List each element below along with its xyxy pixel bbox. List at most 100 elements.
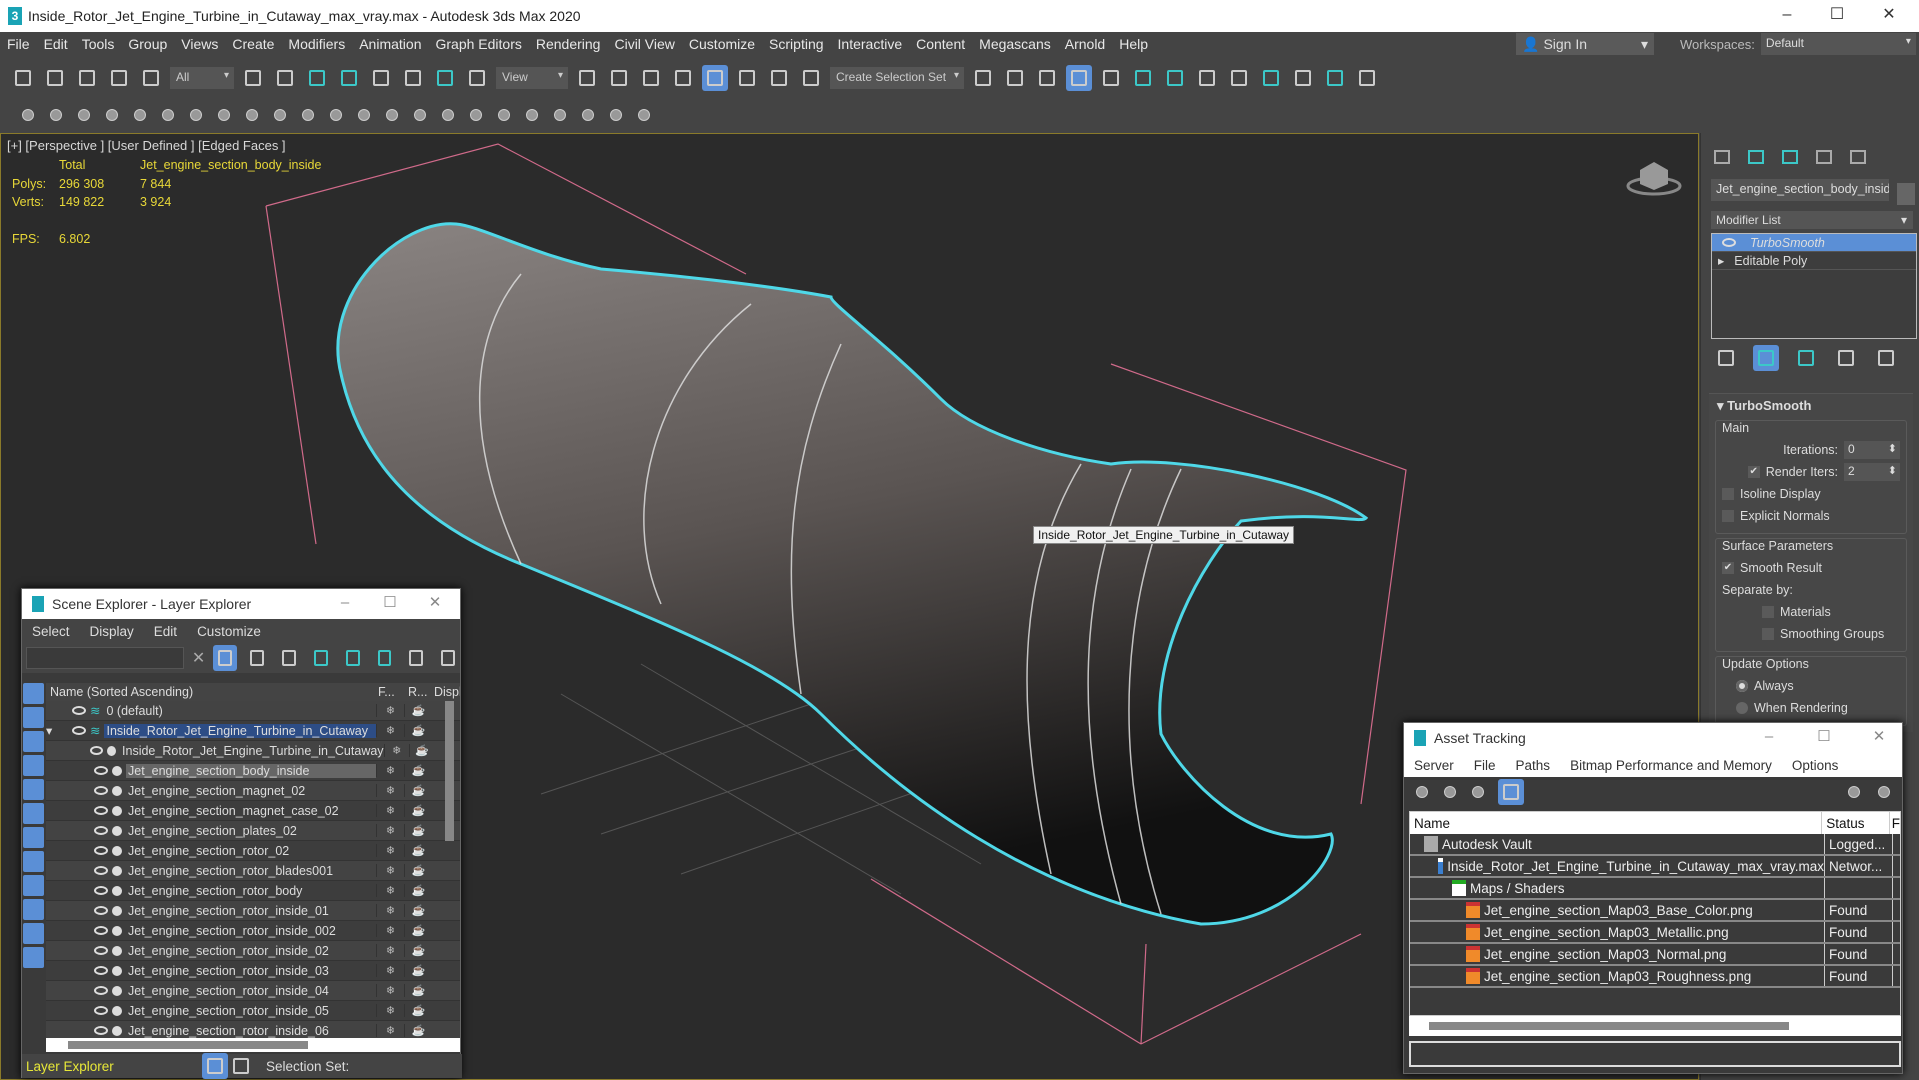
place-icon[interactable] bbox=[464, 65, 490, 91]
configure-modifier-sets-icon[interactable] bbox=[1873, 345, 1899, 371]
object-name-field[interactable]: Jet_engine_section_body_inside bbox=[1711, 179, 1889, 201]
render-teapot-icon[interactable]: ☕ bbox=[404, 904, 432, 917]
modifier-list-dropdown[interactable]: Modifier List bbox=[1711, 211, 1913, 229]
minimize-button[interactable]: – bbox=[322, 589, 368, 619]
selection-set-dropdown[interactable]: Create Selection Set bbox=[830, 67, 964, 89]
smoothing-groups-checkbox[interactable] bbox=[1762, 628, 1774, 640]
layer-tree-row[interactable]: Jet_engine_section_rotor_02 ❄ ☕ bbox=[46, 841, 460, 861]
select-object-icon[interactable] bbox=[240, 65, 266, 91]
layer-tree-row[interactable]: Inside_Rotor_Jet_Engine_Turbine_in_Cutaw… bbox=[46, 741, 460, 761]
snaps-toggle-icon[interactable] bbox=[670, 65, 696, 91]
freeze-icon[interactable]: ❄ bbox=[376, 984, 404, 997]
menu-edit[interactable]: Edit bbox=[144, 624, 187, 639]
percent-snap-icon[interactable] bbox=[734, 65, 760, 91]
visibility-eye-icon[interactable] bbox=[72, 706, 86, 715]
schematic-view-icon[interactable] bbox=[1162, 65, 1188, 91]
freeze-icon[interactable]: ❄ bbox=[376, 784, 404, 797]
asset-row[interactable]: Maps / Shaders bbox=[1410, 878, 1900, 900]
render-production-icon[interactable] bbox=[1290, 65, 1316, 91]
hidden-filter-icon[interactable] bbox=[23, 947, 44, 968]
layer-tree-row[interactable]: Jet_engine_section_rotor_inside_04 ❄ ☕ bbox=[46, 981, 460, 1001]
visibility-eye-icon[interactable] bbox=[94, 826, 108, 835]
minimize-button[interactable]: – bbox=[1746, 723, 1792, 753]
context-help-icon[interactable] bbox=[1876, 784, 1892, 800]
close-button[interactable]: ✕ bbox=[1856, 723, 1902, 753]
add-layer-icon[interactable] bbox=[277, 645, 301, 671]
helper-icon[interactable] bbox=[216, 107, 232, 123]
render-teapot-icon[interactable]: ☕ bbox=[404, 724, 432, 737]
layers-icon[interactable] bbox=[373, 645, 397, 671]
explicit-normals-checkbox[interactable] bbox=[1722, 510, 1734, 522]
menu-content[interactable]: Content bbox=[909, 36, 972, 52]
render-teapot-icon[interactable]: ☕ bbox=[404, 824, 432, 837]
vertical-scrollbar[interactable] bbox=[445, 701, 454, 841]
asset-row[interactable]: Inside_Rotor_Jet_Engine_Turbine_in_Cutaw… bbox=[1410, 856, 1900, 878]
menu-edit[interactable]: Edit bbox=[37, 36, 75, 52]
menu-modifiers[interactable]: Modifiers bbox=[281, 36, 352, 52]
make-unique-icon[interactable] bbox=[1793, 345, 1819, 371]
clear-search-icon[interactable]: ✕ bbox=[192, 648, 205, 668]
maximize-button[interactable]: ☐ bbox=[1814, 0, 1860, 32]
menu-animation[interactable]: Animation bbox=[352, 36, 428, 52]
jet-engine-body-mesh[interactable] bbox=[336, 222, 1369, 926]
menu-group[interactable]: Group bbox=[121, 36, 174, 52]
explorer-type-dropdown[interactable]: Layer Explorer bbox=[22, 1059, 202, 1074]
modify-tab-icon[interactable] bbox=[1743, 145, 1769, 169]
menu-file[interactable]: File bbox=[1464, 758, 1506, 773]
a360-gallery-icon[interactable] bbox=[1354, 65, 1380, 91]
bind-spacewarp-icon[interactable] bbox=[138, 65, 164, 91]
material-icon[interactable] bbox=[272, 107, 288, 123]
visibility-eye-icon[interactable] bbox=[94, 886, 108, 895]
help-icon[interactable] bbox=[636, 107, 652, 123]
menu-megascans[interactable]: Megascans bbox=[972, 36, 1058, 52]
menu-paths[interactable]: Paths bbox=[1506, 758, 1561, 773]
name-column-header[interactable]: Name bbox=[1410, 812, 1823, 834]
visibility-eye-icon[interactable] bbox=[94, 846, 108, 855]
asset-row[interactable]: Autodesk Vault Logged... bbox=[1410, 834, 1900, 856]
menu-views[interactable]: Views bbox=[174, 36, 225, 52]
visibility-eye-icon[interactable] bbox=[94, 946, 108, 955]
layer-tree-row[interactable]: Jet_engine_section_body_inside ❄ ☕ bbox=[46, 761, 460, 781]
layer-tree-row[interactable]: Jet_engine_section_rotor_body ❄ ☕ bbox=[46, 881, 460, 901]
render-teapot-icon[interactable]: ☕ bbox=[404, 864, 432, 877]
visibility-eye-icon[interactable] bbox=[94, 966, 108, 975]
render-teapot-icon[interactable]: ☕ bbox=[404, 764, 432, 777]
scene-explorer-icon[interactable] bbox=[1034, 65, 1060, 91]
freeze-icon[interactable]: ❄ bbox=[376, 1004, 404, 1017]
render-teapot-icon[interactable]: ☕ bbox=[404, 884, 432, 897]
menu-options[interactable]: Options bbox=[1782, 758, 1849, 773]
render-teapot-icon[interactable]: ☕ bbox=[404, 844, 432, 857]
sun-icon[interactable] bbox=[300, 107, 316, 123]
link-icon[interactable] bbox=[74, 65, 100, 91]
render-teapot-icon[interactable]: ☕ bbox=[404, 984, 432, 997]
visibility-eye-icon[interactable] bbox=[94, 906, 108, 915]
remove-modifier-icon[interactable] bbox=[1833, 345, 1859, 371]
frozen-filter-icon[interactable] bbox=[23, 923, 44, 944]
render-teapot-icon[interactable]: ☕ bbox=[404, 784, 432, 797]
bones-filter-icon[interactable] bbox=[23, 875, 44, 896]
xrefs-filter-icon[interactable] bbox=[23, 851, 44, 872]
freeze-icon[interactable]: ❄ bbox=[376, 1024, 404, 1037]
align-icon[interactable] bbox=[1002, 65, 1028, 91]
freeze-icon[interactable]: ❄ bbox=[376, 884, 404, 897]
helpers-filter-icon[interactable] bbox=[23, 779, 44, 800]
menu-select[interactable]: Select bbox=[22, 624, 80, 639]
render-iters-spinner[interactable]: 2 bbox=[1844, 463, 1900, 481]
visibility-eye-icon[interactable] bbox=[94, 1006, 108, 1015]
select-by-name-icon[interactable] bbox=[272, 65, 298, 91]
render-teapot-icon[interactable]: ☕ bbox=[404, 1004, 432, 1017]
layer-tree-row[interactable]: Jet_engine_section_plates_02 ❄ ☕ bbox=[46, 821, 460, 841]
ribbon-icon[interactable] bbox=[1098, 65, 1124, 91]
maximize-button[interactable]: ☐ bbox=[367, 589, 413, 619]
freeze-icon[interactable]: ❄ bbox=[376, 824, 404, 837]
asset-row[interactable]: Jet_engine_section_Map03_Roughness.png Fo… bbox=[1410, 966, 1900, 988]
spacewarps-filter-icon[interactable] bbox=[23, 803, 44, 824]
visibility-eye-icon[interactable] bbox=[94, 1026, 108, 1035]
name-column-header[interactable]: Name (Sorted Ascending) bbox=[46, 685, 378, 699]
layer-tree-row[interactable]: Jet_engine_section_rotor_inside_06 ❄ ☕ bbox=[46, 1021, 460, 1038]
spinner-snap-icon[interactable] bbox=[766, 65, 792, 91]
scale-icon[interactable] bbox=[432, 65, 458, 91]
list-view-icon[interactable] bbox=[1442, 784, 1458, 800]
iterations-spinner[interactable]: 0 bbox=[1844, 441, 1900, 459]
menu-rendering[interactable]: Rendering bbox=[529, 36, 608, 52]
